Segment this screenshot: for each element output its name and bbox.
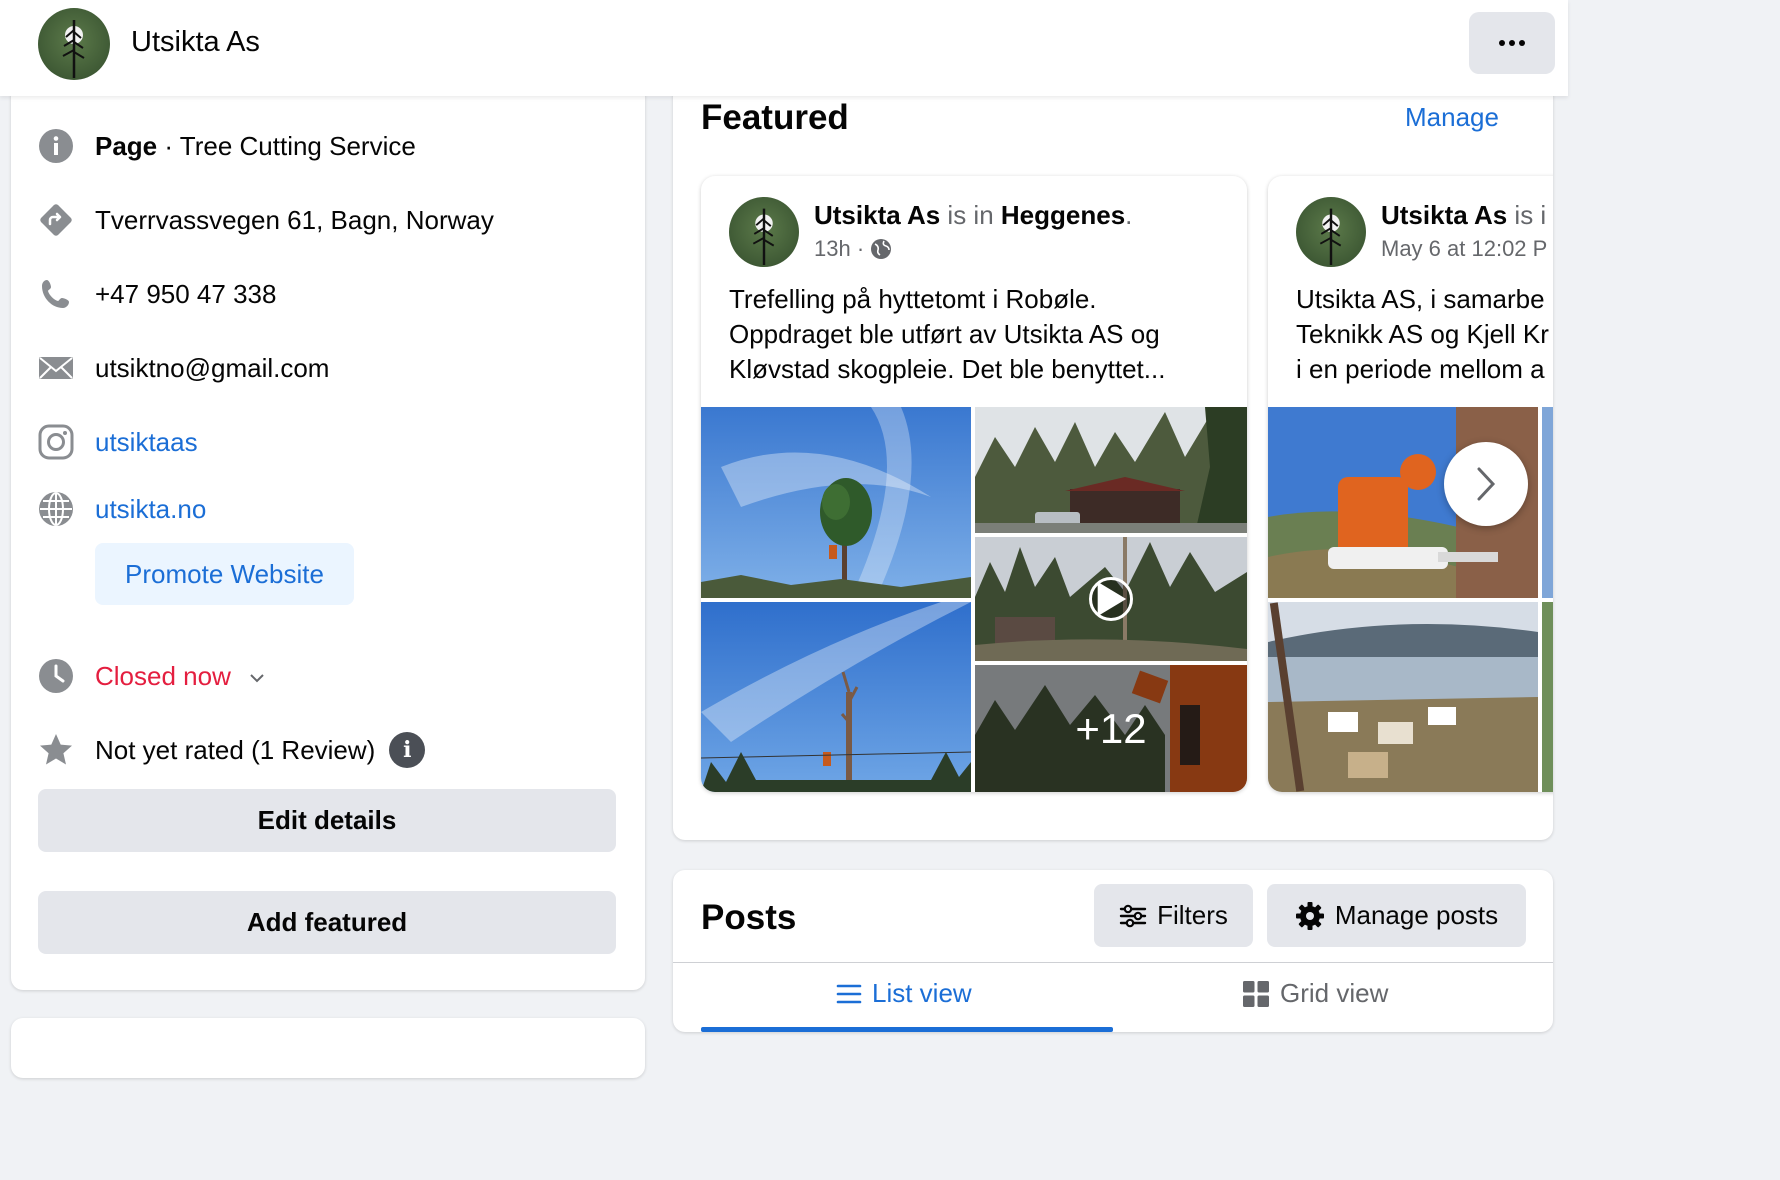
post-photo[interactable]	[701, 407, 971, 598]
post-connector: is i	[1507, 200, 1547, 230]
landscape-photo	[1542, 407, 1553, 598]
village-view-photo	[1268, 602, 1538, 792]
posts-card: Posts Filters Manage posts List view Gri…	[673, 870, 1553, 1032]
post-author[interactable]: Utsikta As	[814, 200, 940, 230]
manage-posts-label: Manage posts	[1334, 900, 1499, 930]
featured-title: Featured	[701, 98, 849, 137]
tree-climber-photo	[701, 407, 971, 598]
landscape-photo	[1542, 602, 1553, 792]
phone-text[interactable]: +47 950 47 338	[95, 279, 276, 310]
rating-text[interactable]: Not yet rated (1 Review)	[95, 735, 375, 766]
post-photo[interactable]	[1268, 602, 1538, 792]
post-header: Utsikta As is in Heggenes.	[814, 200, 1132, 231]
hours-row: Closed now	[38, 658, 265, 694]
photos-card	[11, 1018, 645, 1078]
page-avatar[interactable]	[38, 8, 110, 80]
rating-row: Not yet rated (1 Review) i	[38, 732, 426, 768]
star-icon	[38, 732, 74, 768]
post-time[interactable]: May 6 at 12:02 P	[1381, 236, 1547, 262]
more-dot	[1519, 40, 1525, 46]
clock-icon	[38, 658, 74, 694]
filters-label: Filters	[1157, 900, 1228, 930]
post-header: Utsikta As is i	[1381, 200, 1546, 231]
chevron-down-icon[interactable]	[249, 673, 265, 683]
more-dots-icon	[1499, 40, 1505, 46]
post-connector: is in	[940, 200, 1001, 230]
post-video[interactable]	[975, 537, 1247, 661]
cabin-photo	[975, 407, 1247, 533]
post-text: Utsikta AS, i samarbe Teknikk AS og Kjel…	[1296, 284, 1549, 384]
featured-card: Featured Manage Utsikta As is in Heggene…	[673, 60, 1553, 840]
promote-website-button[interactable]: Promote Website	[95, 543, 354, 605]
post-photo[interactable]	[701, 602, 971, 792]
category-row: Page · Tree Cutting Service	[38, 128, 416, 164]
more-photos-count[interactable]: +12	[975, 665, 1247, 792]
website-link[interactable]: utsikta.no	[95, 494, 206, 525]
category-separator: ·	[157, 130, 180, 161]
tree-logo-icon	[62, 20, 85, 78]
tab-grid-view[interactable]: Grid view	[1242, 978, 1388, 1009]
category-label: Page	[95, 130, 158, 161]
manage-posts-button[interactable]: Manage posts	[1267, 884, 1526, 947]
phone-row: +47 950 47 338	[38, 276, 276, 312]
gear-icon	[1295, 901, 1324, 930]
email-row: utsiktno@gmail.com	[38, 350, 329, 386]
edit-details-button[interactable]: Edit details	[38, 789, 616, 852]
directions-icon	[38, 202, 74, 238]
list-view-label: List view	[872, 978, 972, 1008]
page-name[interactable]: Utsikta As	[131, 26, 260, 59]
active-tab-indicator	[701, 1027, 1113, 1032]
list-icon	[836, 984, 862, 1003]
post-photo[interactable]	[1542, 602, 1553, 792]
post-avatar[interactable]	[1296, 197, 1366, 267]
phone-icon	[38, 276, 74, 312]
category-value: Tree Cutting Service	[179, 130, 416, 161]
address-text[interactable]: Tverrvassvegen 61, Bagn, Norway	[95, 205, 494, 236]
globe-small-icon	[871, 239, 892, 259]
tab-list-view[interactable]: List view	[836, 978, 972, 1009]
instagram-icon	[38, 424, 74, 460]
website-row: utsikta.no	[38, 491, 206, 527]
manage-featured-link[interactable]: Manage	[1405, 102, 1499, 133]
envelope-icon	[38, 350, 74, 386]
instagram-row: utsiktaas	[38, 424, 198, 460]
more-options-button[interactable]	[1469, 12, 1555, 74]
chevron-right-icon	[1477, 467, 1496, 501]
globe-icon	[38, 491, 74, 527]
page-header: Utsikta As	[0, 0, 1568, 96]
post-timestamp: May 6 at 12:02 P	[1381, 236, 1547, 262]
post-text: Trefelling på hyttetomt i Robøle. Oppdra…	[729, 284, 1166, 384]
rating-info-icon[interactable]: i	[389, 732, 426, 768]
grid-view-label: Grid view	[1280, 978, 1389, 1008]
play-icon[interactable]	[1089, 577, 1133, 621]
post-location-suffix: .	[1125, 200, 1133, 230]
tree-logo-icon	[1319, 208, 1342, 266]
post-photo[interactable]	[975, 407, 1247, 533]
post-timestamp: 13h ·	[814, 236, 892, 262]
email-text[interactable]: utsiktno@gmail.com	[95, 353, 329, 384]
featured-post-1[interactable]: Utsikta As is in Heggenes. 13h · Trefell…	[701, 176, 1247, 792]
post-avatar[interactable]	[729, 197, 799, 267]
category-text: Page · Tree Cutting Service	[95, 131, 416, 162]
posts-divider	[673, 962, 1553, 963]
tree-logo-icon	[752, 208, 775, 266]
post-photo[interactable]	[1542, 407, 1553, 598]
hours-status[interactable]: Closed now	[95, 661, 231, 692]
add-featured-button[interactable]: Add featured	[38, 891, 616, 954]
filters-button[interactable]: Filters	[1094, 884, 1253, 947]
sliders-icon	[1119, 904, 1147, 927]
address-row: Tverrvassvegen 61, Bagn, Norway	[38, 202, 494, 238]
posts-title: Posts	[701, 898, 797, 937]
info-circle-icon	[38, 128, 74, 164]
tree-top-photo	[701, 602, 971, 792]
next-featured-button[interactable]	[1444, 442, 1528, 526]
grid-icon	[1243, 980, 1269, 1007]
post-photo[interactable]: +12	[975, 665, 1247, 792]
more-dot	[1509, 40, 1515, 46]
post-author[interactable]: Utsikta As	[1381, 200, 1507, 230]
post-time[interactable]: 13h ·	[814, 236, 864, 262]
instagram-link[interactable]: utsiktaas	[95, 427, 198, 458]
post-location[interactable]: Heggenes	[1001, 200, 1125, 230]
